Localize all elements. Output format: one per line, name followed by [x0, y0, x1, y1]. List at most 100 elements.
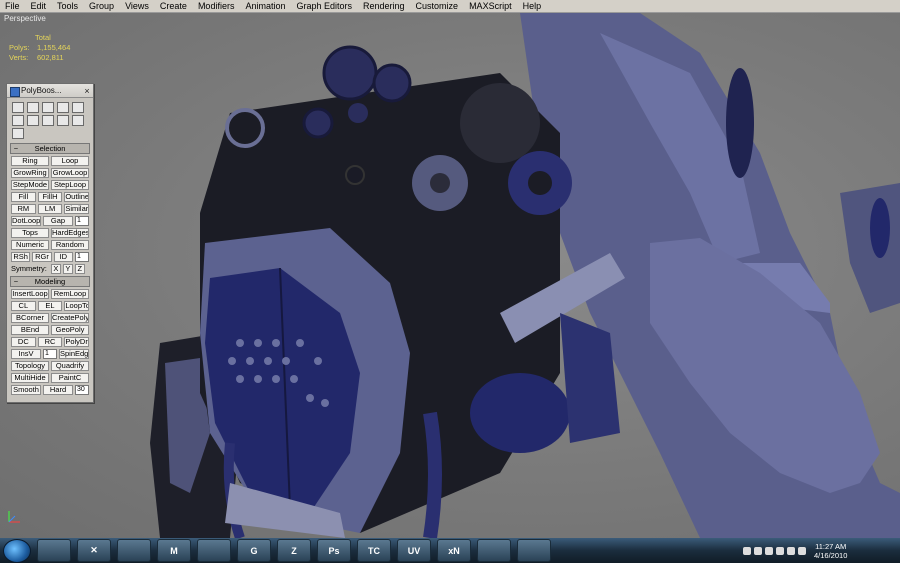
- paintc-button[interactable]: PaintC: [51, 373, 89, 383]
- view-icon[interactable]: [27, 102, 39, 113]
- taskbar-uvlayout[interactable]: UV: [397, 539, 431, 562]
- value-spinner[interactable]: 1: [43, 349, 57, 359]
- rsh-button[interactable]: RSh: [11, 252, 31, 262]
- clock[interactable]: 11:27 AM 4/16/2010: [814, 542, 847, 560]
- lm-button[interactable]: LM: [37, 204, 63, 214]
- tray-power-icon[interactable]: [776, 546, 784, 555]
- random-button[interactable]: Random: [51, 240, 89, 250]
- value-spinner[interactable]: 1: [75, 216, 89, 226]
- nav-left-icon[interactable]: [12, 115, 24, 126]
- text-icon[interactable]: [72, 115, 84, 126]
- remloop-button[interactable]: RemLoop: [51, 289, 89, 299]
- y-button[interactable]: Y: [62, 264, 73, 274]
- brush-icon[interactable]: [72, 102, 84, 113]
- selection-rollout[interactable]: − Selection: [10, 143, 90, 154]
- menu-views[interactable]: Views: [120, 0, 155, 12]
- value-spinner[interactable]: 1: [74, 252, 89, 262]
- hard-button[interactable]: Hard: [43, 385, 73, 395]
- tops-button[interactable]: Tops: [11, 228, 49, 238]
- menu-help[interactable]: Help: [518, 0, 548, 12]
- close-icon[interactable]: ×: [81, 86, 93, 96]
- steploop-button[interactable]: StepLoop: [51, 180, 89, 190]
- polydraw-button[interactable]: PolyDraw: [64, 337, 90, 347]
- menu-graph-editors[interactable]: Graph Editors: [291, 0, 358, 12]
- collapse-icon[interactable]: −: [11, 277, 21, 286]
- start-button[interactable]: [3, 538, 31, 563]
- loop-button[interactable]: Loop: [51, 156, 89, 166]
- menu-customize[interactable]: Customize: [411, 0, 465, 12]
- taskbar-app-hand[interactable]: [197, 539, 231, 562]
- polyboost-panel[interactable]: PolyBoos... × − Selection Ring Loop GrowRing…: [6, 83, 94, 403]
- rm-button[interactable]: RM: [11, 204, 36, 214]
- taskbar-gmail[interactable]: M: [157, 539, 191, 562]
- growloop-button[interactable]: GrowLoop: [51, 168, 89, 178]
- nav-right-icon[interactable]: [12, 128, 24, 139]
- insv-button[interactable]: InsV: [11, 349, 41, 359]
- taskbar-app-splat[interactable]: [517, 539, 551, 562]
- taskbar-explorer[interactable]: [37, 539, 71, 562]
- tray-volume-icon[interactable]: [798, 546, 806, 555]
- grid-icon[interactable]: [42, 102, 54, 113]
- id-button[interactable]: ID: [53, 252, 73, 262]
- taskbar-photoshop[interactable]: Ps: [317, 539, 351, 562]
- menu-animation[interactable]: Animation: [240, 0, 291, 12]
- taskbar-xmind[interactable]: ✕: [77, 539, 111, 562]
- plus-icon[interactable]: [57, 102, 69, 113]
- ring-button[interactable]: Ring: [11, 156, 49, 166]
- createpoly-button[interactable]: CreatePoly: [51, 313, 89, 323]
- bcorner-button[interactable]: BCorner: [11, 313, 49, 323]
- growring-button[interactable]: GrowRing: [11, 168, 49, 178]
- fillh-button[interactable]: FillH: [37, 192, 63, 202]
- numeric-button[interactable]: Numeric: [11, 240, 49, 250]
- taskbar-zbrush[interactable]: Z: [277, 539, 311, 562]
- dotloop-button[interactable]: DotLoop: [11, 216, 41, 226]
- hash-icon[interactable]: [57, 115, 69, 126]
- dc-button[interactable]: DC: [11, 337, 36, 347]
- tray-info-icon[interactable]: [743, 546, 751, 555]
- quadrify-button[interactable]: Quadrify: [51, 361, 89, 371]
- insertloop-button[interactable]: InsertLoop: [11, 289, 49, 299]
- taskbar-firefox[interactable]: [117, 539, 151, 562]
- sphere-icon[interactable]: [27, 115, 39, 126]
- menu-edit[interactable]: Edit: [26, 0, 53, 12]
- looptools-button[interactable]: LoopTools: [64, 301, 90, 311]
- modeling-rollout[interactable]: − Modeling: [10, 276, 90, 287]
- topology-button[interactable]: Topology: [11, 361, 49, 371]
- taskbar-app-tc[interactable]: TC: [357, 539, 391, 562]
- menu-create[interactable]: Create: [155, 0, 193, 12]
- value-spinner[interactable]: 30: [75, 385, 89, 395]
- menu-file[interactable]: File: [0, 0, 26, 12]
- smooth-button[interactable]: Smooth: [11, 385, 41, 395]
- menu-rendering[interactable]: Rendering: [358, 0, 411, 12]
- taskbar-xnormal[interactable]: xN: [437, 539, 471, 562]
- cl-button[interactable]: CL: [11, 301, 36, 311]
- similar-button[interactable]: Similar: [64, 204, 90, 214]
- select-icon[interactable]: [12, 102, 24, 113]
- rgr-button[interactable]: RGr: [32, 252, 52, 262]
- perspective-viewport[interactable]: Perspective Total Polys: 1,155,464 Verts:…: [0, 13, 900, 538]
- taskbar-app-bird[interactable]: [477, 539, 511, 562]
- viewport-label[interactable]: Perspective: [4, 14, 46, 23]
- gap-button[interactable]: Gap: [43, 216, 73, 226]
- z-button[interactable]: Z: [74, 264, 85, 274]
- collapse-icon[interactable]: −: [11, 144, 21, 153]
- menu-modifiers[interactable]: Modifiers: [193, 0, 241, 12]
- tray-flag-icon[interactable]: [787, 546, 795, 555]
- spinedge-button[interactable]: SpinEdge: [59, 349, 89, 359]
- x-button[interactable]: X: [50, 264, 61, 274]
- menu-tools[interactable]: Tools: [52, 0, 84, 12]
- shade-icon[interactable]: [42, 115, 54, 126]
- hardedges-button[interactable]: HardEdges: [51, 228, 89, 238]
- geopoly-button[interactable]: GeoPoly: [51, 325, 89, 335]
- polyboost-titlebar[interactable]: PolyBoos... ×: [7, 84, 93, 98]
- menu-group[interactable]: Group: [84, 0, 120, 12]
- fill-button[interactable]: Fill: [11, 192, 36, 202]
- multihide-button[interactable]: MultiHide: [11, 373, 49, 383]
- outline-button[interactable]: Outline: [64, 192, 90, 202]
- tray-network-icon[interactable]: [754, 546, 762, 555]
- taskbar-app-g[interactable]: G: [237, 539, 271, 562]
- stepmode-button[interactable]: StepMode: [11, 180, 49, 190]
- tray-security-icon[interactable]: [765, 546, 773, 555]
- rc-button[interactable]: RC: [37, 337, 63, 347]
- bend-button[interactable]: BEnd: [11, 325, 49, 335]
